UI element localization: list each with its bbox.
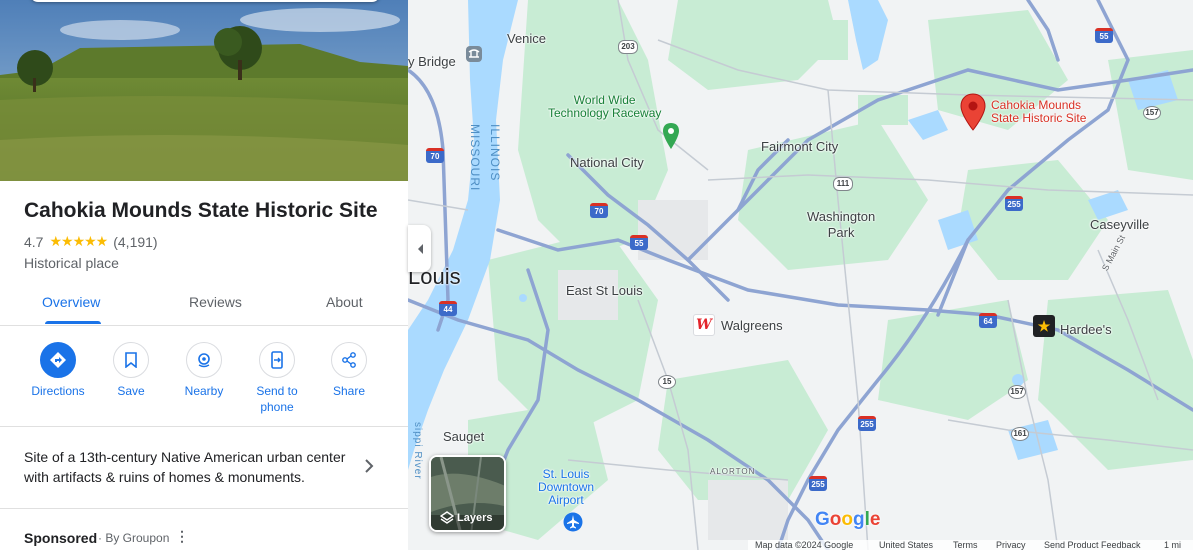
map-label-bridge: y Bridge: [408, 54, 456, 69]
directions-button[interactable]: Directions: [22, 342, 94, 399]
send-to-phone-icon: [259, 342, 295, 378]
privacy-link[interactable]: Privacy: [996, 540, 1026, 550]
place-photo-image: [0, 0, 408, 181]
divider: [0, 508, 408, 509]
send-to-phone-label: Send to phone: [256, 384, 298, 414]
place-photo[interactable]: [0, 0, 408, 181]
park-line: Park: [827, 225, 855, 240]
tab-about[interactable]: About: [326, 294, 363, 310]
google-logo-letter: o: [829, 509, 842, 530]
chevron-left-icon: [417, 243, 423, 254]
country-link[interactable]: United States: [879, 540, 933, 550]
shield-161: 161: [1011, 427, 1029, 441]
scale-label[interactable]: 1 mi: [1164, 540, 1181, 550]
share-label: Share: [332, 384, 366, 398]
more-options-icon[interactable]: ⋮: [175, 528, 189, 545]
search-box-edge[interactable]: [30, 0, 380, 2]
shield-255: 255: [1005, 196, 1023, 211]
shield-55: 55: [630, 235, 648, 250]
map-label-washington-park[interactable]: Washington Park: [807, 209, 875, 240]
shield-111: 111: [833, 177, 853, 191]
shield-64: 64: [979, 313, 997, 328]
map-label-walgreens[interactable]: Walgreens: [721, 318, 783, 333]
chevron-right-icon[interactable]: [364, 458, 374, 479]
place-category[interactable]: Historical place: [24, 255, 119, 271]
map-label-national-city[interactable]: National City: [570, 155, 644, 170]
send-to-phone-button[interactable]: Send to phone: [241, 342, 313, 415]
google-logo-letter: g: [853, 509, 865, 530]
river-label: sippi River: [412, 422, 423, 480]
rating-stars-icon: ★★★★★: [49, 234, 108, 250]
layers-icon: [440, 511, 454, 524]
place-tabs: Overview Reviews About: [0, 280, 408, 326]
map-label-caseyville[interactable]: Caseyville: [1090, 217, 1149, 232]
terms-link[interactable]: Terms: [953, 540, 978, 550]
map-label-fairmont-city[interactable]: Fairmont City: [761, 139, 838, 154]
raceway-line-2: Technology Raceway: [548, 106, 662, 120]
nearby-icon: [186, 342, 222, 378]
directions-icon: [40, 342, 76, 378]
layers-button[interactable]: Layers: [429, 455, 506, 532]
illinois-label: ILLINOIS: [488, 124, 502, 182]
shield-15: 15: [658, 375, 676, 389]
map-label-venice[interactable]: Venice: [507, 31, 546, 46]
directions-label: Directions: [31, 384, 85, 398]
shield-70: 70: [590, 203, 608, 218]
map-label-raceway[interactable]: World Wide Technology Raceway: [548, 94, 661, 120]
save-label: Save: [117, 384, 145, 398]
layers-label: Layers: [457, 512, 493, 524]
active-tab-indicator: [45, 321, 101, 324]
shield-203: 203: [618, 40, 638, 54]
walgreens-icon[interactable]: W: [693, 314, 715, 336]
map-footer: Map data ©2024 Google United States Term…: [748, 540, 1193, 550]
shield-157: 157: [1143, 106, 1161, 120]
rating-row: 4.7 ★★★★★ (4,191): [24, 234, 158, 250]
divider: [0, 426, 408, 427]
map-label-alorton: ALORTON: [710, 467, 756, 476]
map-base: [408, 0, 1193, 550]
airport-line-3: Airport: [548, 493, 584, 507]
feedback-link[interactable]: Send Product Feedback: [1044, 540, 1141, 550]
shield-255: 255: [809, 476, 827, 491]
bookmark-icon: [113, 342, 149, 378]
place-summary[interactable]: Site of a 13th-century Native American u…: [24, 447, 364, 487]
map-label-east-st-louis[interactable]: East St Louis: [566, 283, 643, 298]
shield-70: 70: [426, 148, 444, 163]
map-label-airport[interactable]: St. Louis Downtown Airport: [538, 468, 594, 507]
shield-255: 255: [858, 416, 876, 431]
missouri-label: MISSOURI: [468, 124, 482, 192]
shield-157: 157: [1008, 385, 1026, 399]
google-logo-letter: e: [869, 509, 881, 530]
map-label-sauget[interactable]: Sauget: [443, 429, 484, 444]
hardees-star-icon[interactable]: ★: [1033, 315, 1055, 337]
review-count[interactable]: (4,191): [113, 234, 157, 250]
place-panel: Cahokia Mounds State Historic Site 4.7 ★…: [0, 0, 408, 550]
map-data-attribution: Map data ©2024 Google: [755, 540, 854, 550]
google-logo-letter: G: [815, 509, 830, 530]
washington-line: Washington: [807, 209, 876, 224]
rating-value: 4.7: [24, 234, 44, 250]
google-logo: Google: [815, 509, 880, 531]
tab-reviews[interactable]: Reviews: [189, 294, 242, 310]
share-button[interactable]: Share: [313, 342, 385, 399]
nearby-button[interactable]: Nearby: [168, 342, 240, 399]
sponsored-label: Sponsored: [24, 530, 98, 546]
shield-44: 44: [439, 301, 457, 316]
collapse-panel-button[interactable]: [408, 225, 431, 272]
share-icon: [331, 342, 367, 378]
sponsor-name: · By Groupon: [98, 531, 170, 545]
shield-55: 55: [1095, 28, 1113, 43]
map-label-hardees[interactable]: Hardee's: [1060, 322, 1112, 337]
map-canvas[interactable]: MISSOURI ILLINOIS sippi River Venice y B…: [408, 0, 1193, 550]
nearby-label: Nearby: [184, 384, 224, 398]
cahokia-line-2: State Historic Site: [991, 111, 1087, 125]
save-button[interactable]: Save: [95, 342, 167, 399]
tab-overview[interactable]: Overview: [42, 294, 100, 310]
place-title: Cahokia Mounds State Historic Site: [24, 199, 378, 222]
google-logo-letter: o: [841, 509, 853, 530]
map-label-cahokia[interactable]: Cahokia Mounds State Historic Site: [991, 99, 1086, 125]
